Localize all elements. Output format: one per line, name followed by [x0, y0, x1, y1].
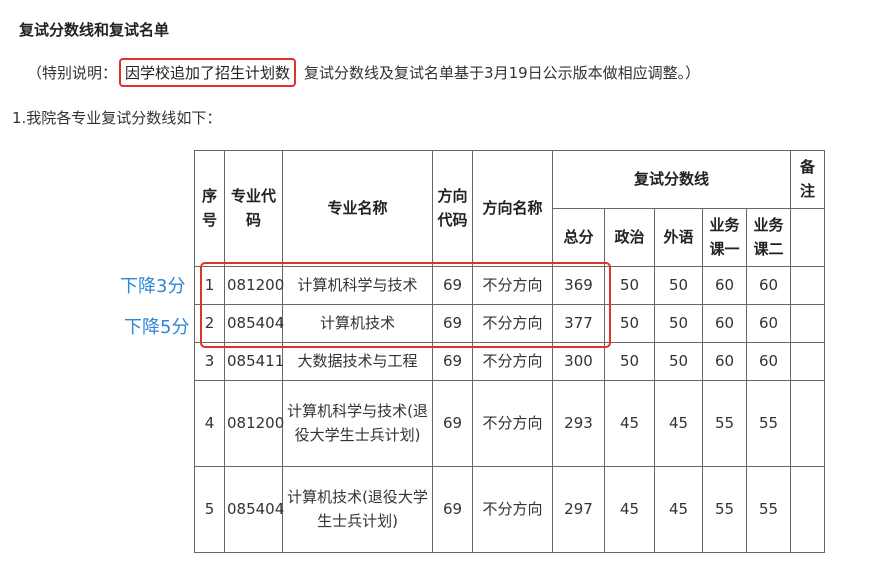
cell-politics: 50 — [604, 266, 655, 305]
cell-code: 081200 — [224, 266, 284, 305]
cell-remark — [790, 466, 826, 553]
header-politics: 政治 — [604, 208, 655, 267]
cell-dir-code: 69 — [432, 266, 473, 305]
cell-dir-name: 不分方向 — [472, 266, 553, 305]
cell-total: 293 — [552, 380, 605, 467]
cell-code: 085411 — [224, 342, 284, 381]
header-remark-blank — [790, 208, 826, 267]
cell-foreign: 50 — [654, 342, 703, 381]
header-dir-name: 方向名称 — [472, 150, 553, 267]
cell-remark — [790, 304, 826, 343]
cell-seq: 4 — [194, 380, 225, 467]
cell-seq: 1 — [194, 266, 225, 305]
cell-dir-name: 不分方向 — [472, 304, 553, 343]
annotation-row2: 下降5分 — [124, 317, 190, 338]
cell-course1: 55 — [702, 380, 747, 467]
cell-code: 081200 — [224, 380, 284, 467]
cell-remark — [790, 342, 826, 381]
notice-prefix: （特别说明： — [27, 64, 118, 82]
cell-seq: 5 — [194, 466, 225, 553]
annotation-row1: 下降3分 — [120, 276, 186, 297]
special-notice: （特别说明： 因学校追加了招生计划数 复试分数线及复试名单基于3月19日公示版本做相… — [27, 58, 700, 87]
cell-seq: 2 — [194, 304, 225, 343]
cell-total: 300 — [552, 342, 605, 381]
cell-foreign: 45 — [654, 380, 703, 467]
intro-text: 1.我院各专业复试分数线如下： — [12, 109, 222, 127]
notice-suffix: 复试分数线及复试名单基于3月19日公示版本做相应调整。） — [304, 64, 701, 82]
score-table: 序号 专业代码 专业名称 方向代码 方向名称 复试分数线 备注 总分 政治 外语… — [194, 150, 826, 553]
header-dir-code: 方向代码 — [432, 150, 473, 267]
cell-dir-name: 不分方向 — [472, 380, 553, 467]
cell-total: 297 — [552, 466, 605, 553]
cell-total: 377 — [552, 304, 605, 343]
cell-foreign: 45 — [654, 466, 703, 553]
cell-course1: 60 — [702, 342, 747, 381]
cell-dir-code: 69 — [432, 380, 473, 467]
header-total: 总分 — [552, 208, 605, 267]
cell-politics: 50 — [604, 304, 655, 343]
cell-remark — [790, 380, 826, 467]
cell-seq: 3 — [194, 342, 225, 381]
cell-remark — [790, 266, 826, 305]
cell-politics: 50 — [604, 342, 655, 381]
cell-dir-code: 69 — [432, 342, 473, 381]
cell-politics: 45 — [604, 466, 655, 553]
cell-course1: 55 — [702, 466, 747, 553]
header-remark: 备注 — [790, 150, 826, 209]
header-foreign: 外语 — [654, 208, 703, 267]
table-row: 3 085411 大数据技术与工程 69 不分方向 300 50 50 60 6… — [194, 342, 826, 381]
cell-dir-name: 不分方向 — [472, 466, 553, 553]
cell-foreign: 50 — [654, 266, 703, 305]
cell-name: 大数据技术与工程 — [282, 342, 433, 381]
cell-dir-code: 69 — [432, 304, 473, 343]
cell-dir-code: 69 — [432, 466, 473, 553]
table-row: 4 081200 计算机科学与技术(退役大学生士兵计划) 69 不分方向 293… — [194, 380, 826, 467]
cell-total: 369 — [552, 266, 605, 305]
cell-foreign: 50 — [654, 304, 703, 343]
header-name: 专业名称 — [282, 150, 433, 267]
table-row: 5 085404 计算机技术(退役大学生士兵计划) 69 不分方向 297 45… — [194, 466, 826, 553]
page-title: 复试分数线和复试名单 — [19, 21, 170, 39]
cell-code: 085404 — [224, 466, 284, 553]
cell-dir-name: 不分方向 — [472, 342, 553, 381]
cell-name: 计算机技术 — [282, 304, 433, 343]
cell-code: 085404 — [224, 304, 284, 343]
header-course1: 业务课一 — [702, 208, 747, 267]
header-code: 专业代码 — [224, 150, 283, 267]
cell-name: 计算机科学与技术(退役大学生士兵计划) — [282, 380, 433, 467]
cell-course2: 60 — [745, 266, 792, 305]
header-seq: 序号 — [194, 150, 225, 267]
header-score-group: 复试分数线 — [551, 150, 792, 209]
cell-course2: 55 — [745, 466, 792, 553]
cell-course2: 60 — [745, 342, 792, 381]
cell-course1: 60 — [702, 266, 747, 305]
table-row: 2 085404 计算机技术 69 不分方向 377 50 50 60 60 — [194, 304, 826, 343]
cell-course2: 55 — [745, 380, 792, 467]
cell-name: 计算机技术(退役大学生士兵计划) — [282, 466, 433, 553]
cell-name: 计算机科学与技术 — [282, 266, 433, 305]
cell-politics: 45 — [604, 380, 655, 467]
cell-course2: 60 — [745, 304, 792, 343]
table-row: 1 081200 计算机科学与技术 69 不分方向 369 50 50 60 6… — [194, 266, 826, 305]
notice-highlight: 因学校追加了招生计划数 — [119, 58, 297, 87]
cell-course1: 60 — [702, 304, 747, 343]
header-course2: 业务课二 — [745, 208, 792, 267]
